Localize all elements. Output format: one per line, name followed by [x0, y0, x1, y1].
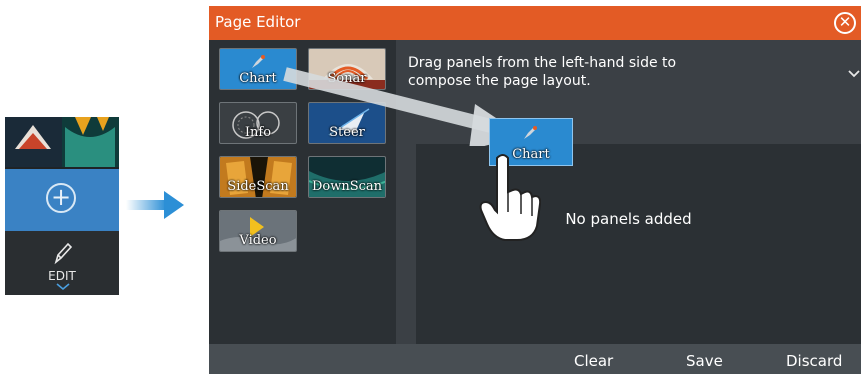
panel-tile-label: Video — [239, 233, 277, 248]
pencil-icon — [54, 242, 73, 265]
empty-state-message: No panels added — [565, 210, 692, 228]
save-button[interactable]: Save — [686, 352, 723, 370]
page-editor-dialog: Page Editor ✕ Chart Sonar Info Steer Sid… — [209, 6, 861, 374]
panel-tile-downscan[interactable]: DownScan — [308, 156, 386, 198]
page-thumbnail[interactable] — [5, 117, 119, 167]
panel-tile-video[interactable]: Video — [219, 210, 297, 252]
chart-icon — [524, 126, 537, 139]
edit-button[interactable]: EDIT — [5, 231, 119, 295]
dialog-title: Page Editor — [215, 13, 301, 31]
plus-icon: + — [46, 183, 76, 213]
panel-tile-label: DownScan — [311, 179, 383, 194]
chevron-down-icon — [56, 283, 70, 291]
page-side-panel: + EDIT — [5, 117, 119, 295]
clear-button[interactable]: Clear — [574, 352, 613, 370]
chevron-down-icon[interactable] — [848, 70, 860, 78]
flow-arrow-icon — [126, 191, 184, 219]
edit-label: EDIT — [48, 269, 76, 283]
dialog-titlebar: Page Editor ✕ — [209, 6, 861, 40]
chart-icon — [252, 55, 265, 68]
close-icon[interactable]: ✕ — [834, 12, 856, 34]
dialog-action-bar: Clear Save Discard — [209, 344, 861, 374]
page-thumbnail-graphic — [5, 117, 119, 167]
add-page-button[interactable]: + — [5, 169, 119, 231]
hand-cursor-icon — [479, 154, 541, 241]
panel-tile-sidescan[interactable]: SideScan — [219, 156, 297, 198]
discard-button[interactable]: Discard — [786, 352, 842, 370]
panel-tile-label: SideScan — [227, 179, 289, 194]
